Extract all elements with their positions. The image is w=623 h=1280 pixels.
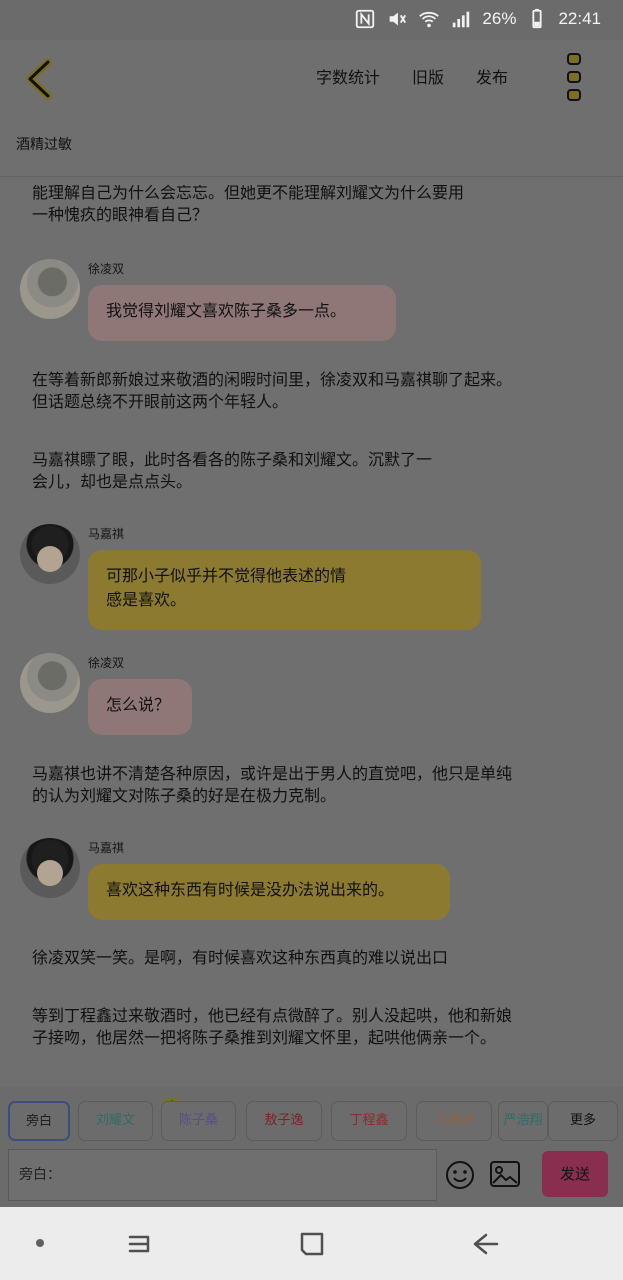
android-nav-bar (0, 1207, 623, 1280)
speaker-name: 徐凌双 (88, 656, 125, 670)
chat-bubble: 可那小子似乎并不觉得他表述的情 感是喜欢。 (88, 550, 481, 630)
back-nav-icon[interactable] (469, 1227, 503, 1261)
paragraph: 马嘉祺也讲不清楚各种原因，或许是出于男人的直觉吧，他只是单纯 的认为刘耀文对陈子… (32, 764, 513, 805)
avatar (20, 653, 80, 713)
story-content[interactable]: 能理解自己为什么会忘忘。但她更不能理解刘耀文为什么要用 一种愧疚的眼神看自己？ … (0, 177, 623, 1087)
app-toolbar: 字数统计 旧版 发布 (0, 40, 623, 122)
avatar (20, 259, 80, 319)
back-icon[interactable] (18, 56, 64, 102)
avatar (20, 838, 80, 898)
emoji-icon[interactable] (444, 1159, 476, 1191)
wifi-icon (419, 11, 440, 28)
composer-input-row: 旁白： 发送 (8, 1149, 620, 1201)
nfc-icon (356, 9, 375, 29)
speaker-name: 马嘉祺 (88, 527, 125, 541)
speaker-name: 马嘉祺 (88, 841, 125, 855)
paragraph: 等到丁程鑫过来敬酒时，他已经有点微醉了。别人没起哄，他和新娘 子接吻，他居然一把… (32, 1006, 513, 1047)
more-options-icon[interactable] (565, 52, 587, 102)
character-selector: 旁白 刘耀文 主 陈子桑 敖子逸 丁程鑫 马嘉祺 严浩翔 更多 (8, 1098, 620, 1141)
paragraph: 能理解自己为什么会忘忘。但她更不能理解刘耀文为什么要用 一种愧疚的眼神看自己？ (32, 183, 465, 224)
recent-apps-icon[interactable] (122, 1227, 156, 1261)
character-chip-liu-yaowen[interactable]: 刘耀文 (78, 1101, 153, 1141)
publish-button[interactable]: 发布 (476, 64, 508, 88)
more-characters-button[interactable]: 更多 (548, 1101, 618, 1141)
character-chip-chen-zisang[interactable]: 陈子桑 (161, 1101, 236, 1141)
character-chip-ding-chengxin[interactable]: 丁程鑫 (331, 1101, 407, 1141)
image-icon[interactable] (489, 1160, 521, 1188)
status-bar: 26% 22:41 (0, 0, 623, 40)
old-version-button[interactable]: 旧版 (412, 64, 444, 88)
character-chip-ma-jiaqi[interactable]: 马嘉祺 (416, 1101, 492, 1141)
composer-panel: 旁白 刘耀文 主 陈子桑 敖子逸 丁程鑫 马嘉祺 严浩翔 更多 旁白： (0, 1087, 623, 1207)
chapter-title[interactable]: 酒精过敏 (16, 134, 72, 154)
home-dot-icon[interactable] (36, 1239, 44, 1247)
speaker-name: 徐凌双 (88, 262, 125, 276)
paragraph: 马嘉祺瞟了眼，此时各看各的陈子桑和刘耀文。沉默了一 会儿，却也是点点头。 (32, 450, 433, 491)
battery-icon (532, 8, 543, 29)
paragraph: 在等着新郎新娘过来敬酒的闲暇时间里，徐凌双和马嘉祺聊了起来。 但话题总绕不开眼前… (32, 370, 513, 411)
signal-icon (453, 11, 470, 28)
chat-bubble: 我觉得刘耀文喜欢陈子桑多一点。 (88, 285, 396, 341)
chat-bubble: 喜欢这种东西有时候是没办法说出来的。 (88, 864, 450, 920)
mute-icon (390, 12, 407, 26)
status-right: 26% 22:41 (354, 8, 601, 30)
toolbar-actions: 字数统计 旧版 发布 (316, 64, 508, 88)
send-button[interactable]: 发送 (542, 1151, 608, 1197)
character-chip-narrator[interactable]: 旁白 (8, 1101, 70, 1141)
avatar (20, 524, 80, 584)
word-count-button[interactable]: 字数统计 (316, 64, 380, 88)
chat-bubble: 怎么说？ (88, 679, 192, 735)
character-chip-yan-haoxiang[interactable]: 严浩翔 (498, 1101, 548, 1141)
home-icon[interactable] (295, 1227, 329, 1261)
paragraph: 徐凌双笑一笑。是啊，有时候喜欢这种东西真的难以说出口 (32, 948, 449, 967)
battery-level: 26% (482, 9, 517, 28)
clock: 22:41 (558, 9, 601, 28)
message-input[interactable]: 旁白： (8, 1149, 437, 1201)
content-top-edge (0, 177, 623, 185)
character-chip-ao-ziyi[interactable]: 敖子逸 (246, 1101, 322, 1141)
